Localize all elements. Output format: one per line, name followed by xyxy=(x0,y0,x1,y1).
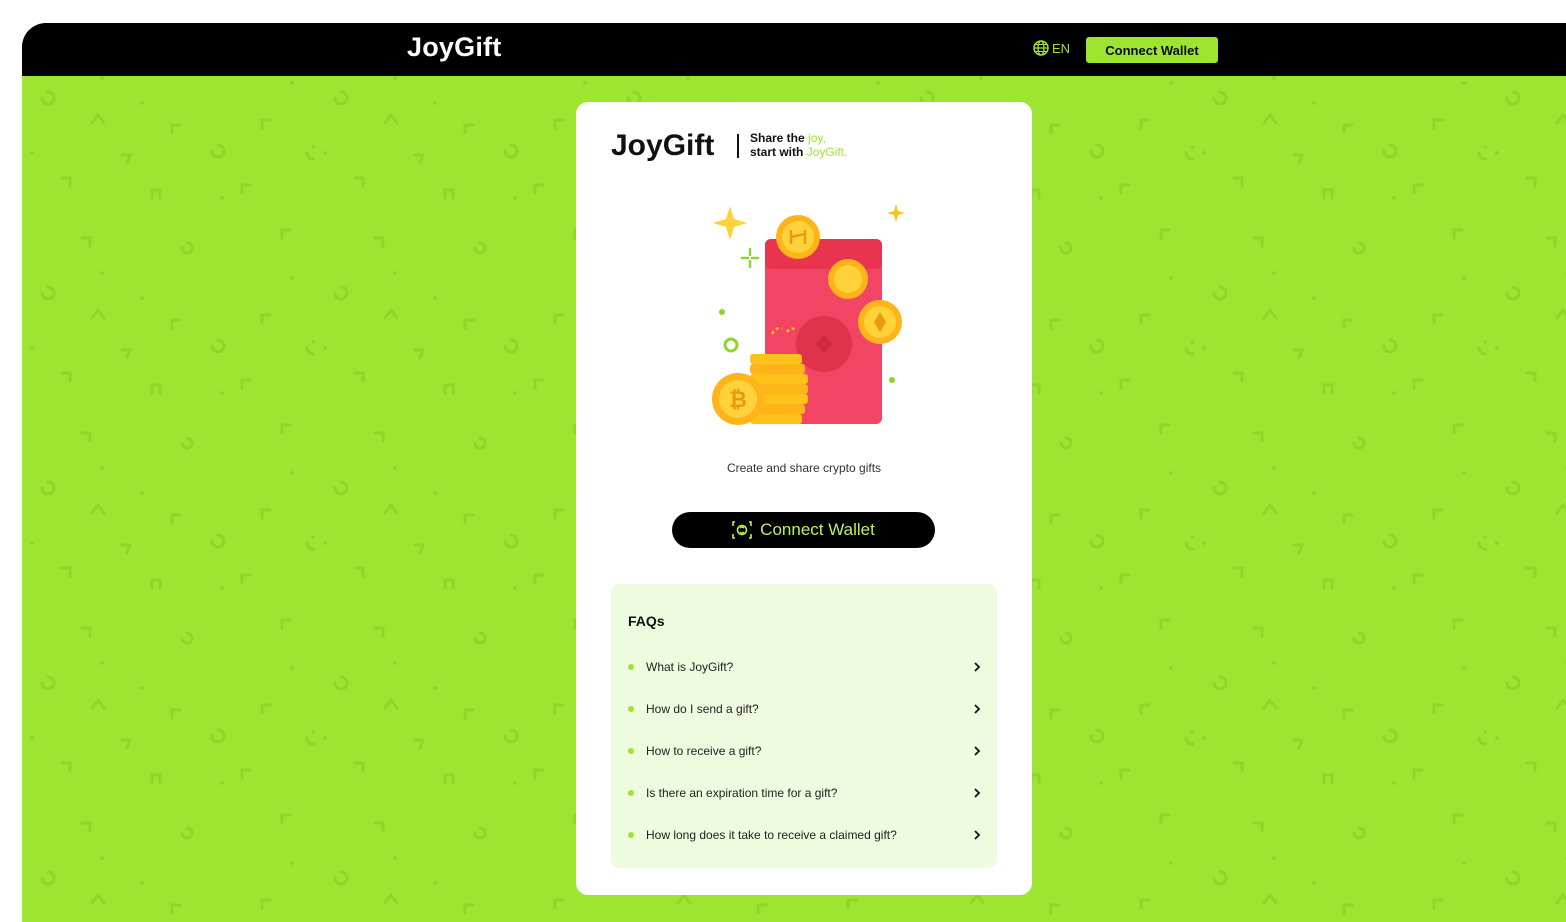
tagline-highlight-brand: JoyGift. xyxy=(806,145,848,159)
bullet-dot xyxy=(628,664,634,670)
card-logo: JoyGift xyxy=(611,129,715,162)
app-frame: JoyGift EN Connect Wallet JoyGift Share … xyxy=(22,23,1566,922)
faq-item[interactable]: How long does it take to receive a claim… xyxy=(628,820,982,850)
chevron-right-icon xyxy=(974,746,981,756)
faq-item[interactable]: How to receive a gift? xyxy=(628,736,982,766)
chevron-right-icon xyxy=(974,830,981,840)
language-selector[interactable]: EN xyxy=(1033,40,1070,56)
header-connect-wallet-button[interactable]: Connect Wallet xyxy=(1086,37,1218,63)
svg-text:₿: ₿ xyxy=(729,388,747,413)
language-label: EN xyxy=(1052,40,1071,56)
faq-question: How to receive a gift? xyxy=(646,744,762,758)
logo-divider xyxy=(737,134,739,158)
chevron-right-icon xyxy=(974,704,981,714)
faq-item[interactable]: What is JoyGift? xyxy=(628,652,982,682)
faq-question: Is there an expiration time for a gift? xyxy=(646,786,838,800)
connect-wallet-label: Connect Wallet xyxy=(760,520,875,539)
globe-icon xyxy=(1033,40,1049,56)
connect-wallet-button[interactable]: Connect Wallet xyxy=(672,512,935,548)
wallet-icon xyxy=(732,521,752,539)
faq-question: What is JoyGift? xyxy=(646,660,734,674)
bullet-dot xyxy=(628,790,634,796)
faq-item[interactable]: How do I send a gift? xyxy=(628,694,982,724)
card-subtitle: Create and share crypto gifts xyxy=(726,461,882,475)
faq-item[interactable]: Is there an expiration time for a gift? xyxy=(628,778,982,808)
tagline-highlight-joy: joy, xyxy=(808,131,826,145)
bullet-dot xyxy=(628,706,634,712)
chevron-right-icon xyxy=(974,662,981,672)
faq-question: How long does it take to receive a claim… xyxy=(646,828,897,842)
top-navbar: JoyGift EN Connect Wallet xyxy=(22,23,1566,76)
tagline: Share the joy, start with JoyGift. xyxy=(750,131,847,159)
bullet-dot xyxy=(628,832,634,838)
brand-logo[interactable]: JoyGift xyxy=(407,32,501,63)
main-card: JoyGift Share the joy, start with JoyGif… xyxy=(576,102,1032,895)
crypto-gift-illustration: ₿ xyxy=(712,204,905,425)
faq-title: FAQs xyxy=(628,613,665,629)
tagline-line2: start with xyxy=(750,145,807,159)
faq-question: How do I send a gift? xyxy=(646,702,759,716)
faq-panel: FAQs What is JoyGift? How do I send a gi… xyxy=(611,584,997,868)
bullet-dot xyxy=(628,748,634,754)
chevron-right-icon xyxy=(974,788,981,798)
tagline-line1: Share the xyxy=(750,131,809,145)
